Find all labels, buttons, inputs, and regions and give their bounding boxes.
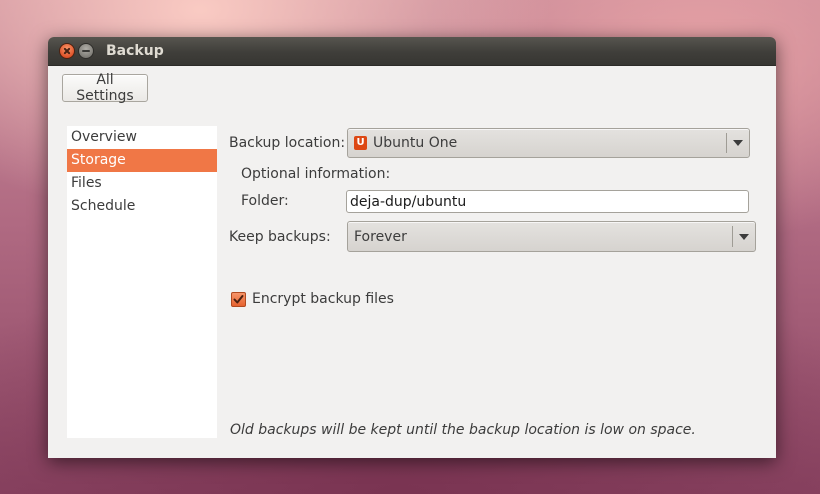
- sidebar-item-storage[interactable]: Storage: [67, 149, 217, 172]
- sidebar-item-overview[interactable]: Overview: [67, 126, 217, 149]
- encrypt-option[interactable]: Encrypt backup files: [231, 291, 394, 307]
- encrypt-checkbox[interactable]: [231, 291, 246, 307]
- backup-window: Backup All Settings Overview Storage Fil…: [48, 37, 776, 458]
- window-title: Backup: [106, 43, 164, 59]
- optional-information-label: Optional information:: [241, 166, 391, 182]
- checkmark-icon: [233, 294, 244, 303]
- backup-location-label: Backup location:: [229, 135, 346, 151]
- keep-backups-select[interactable]: Forever: [347, 221, 756, 252]
- folder-label: Folder:: [241, 193, 289, 209]
- chevron-down-icon[interactable]: [727, 129, 749, 157]
- minimize-window-button[interactable]: [78, 43, 94, 59]
- window-content: All Settings Overview Storage Files Sche…: [48, 66, 776, 458]
- all-settings-button[interactable]: All Settings: [62, 72, 148, 104]
- keep-backups-value: Forever: [354, 228, 407, 245]
- backup-location-value: Ubuntu One: [373, 135, 458, 151]
- sidebar-item-schedule[interactable]: Schedule: [67, 195, 217, 218]
- chevron-down-icon[interactable]: [733, 222, 755, 251]
- ubuntu-one-icon: U: [354, 136, 367, 150]
- sidebar: Overview Storage Files Schedule: [67, 126, 217, 438]
- title-bar[interactable]: Backup: [48, 37, 776, 66]
- folder-input[interactable]: [346, 190, 749, 213]
- backup-location-select[interactable]: U Ubuntu One: [347, 128, 750, 158]
- retention-note: Old backups will be kept until the backu…: [230, 422, 696, 438]
- encrypt-label[interactable]: Encrypt backup files: [252, 291, 394, 307]
- close-window-button[interactable]: [59, 43, 75, 59]
- sidebar-item-files[interactable]: Files: [67, 172, 217, 195]
- keep-backups-label: Keep backups:: [229, 229, 331, 245]
